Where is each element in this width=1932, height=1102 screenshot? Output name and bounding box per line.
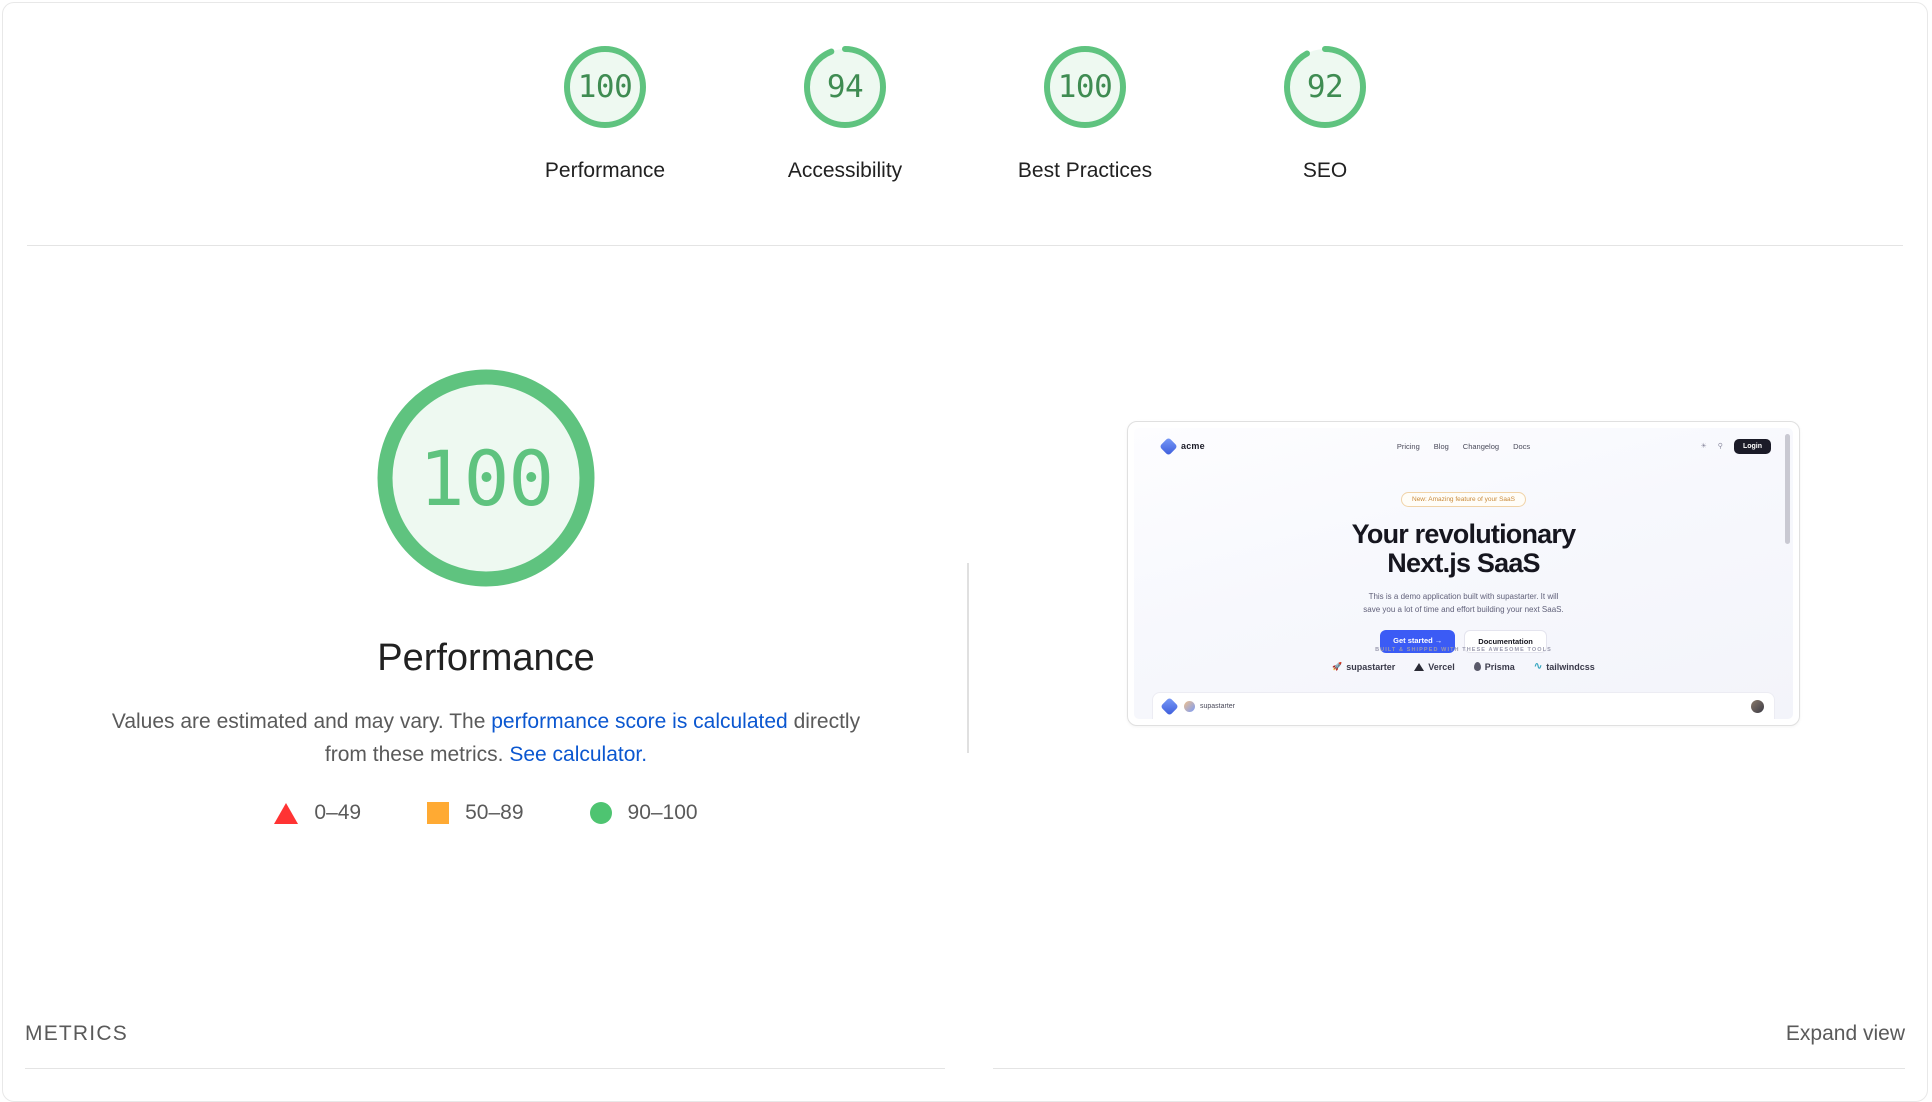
score-gauge-performance[interactable]: 100 Performance xyxy=(485,41,725,183)
gauge-label: Accessibility xyxy=(787,159,903,182)
description-prefix: Values are estimated and may vary. The xyxy=(111,710,492,733)
prisma-icon xyxy=(1473,662,1481,671)
dashboard-topbar: supastarter xyxy=(1153,693,1774,716)
score-gauge-best-practices[interactable]: 100 Best Practices xyxy=(965,41,1205,183)
performance-score-value: 100 xyxy=(418,433,554,523)
metrics-rule-right xyxy=(993,1068,1905,1069)
category-description: Values are estimated and may vary. The p… xyxy=(91,706,881,771)
legend-item-fail: 0–49 xyxy=(274,801,361,825)
lighthouse-report-card: 100 Performance 94 Accessibility 100 Bes… xyxy=(2,2,1928,1102)
score-gauge-seo[interactable]: 92 SEO xyxy=(1205,41,1445,183)
hero-title-line2: Next.js SaaS xyxy=(1387,547,1540,578)
gauge-score-value: 100 xyxy=(577,69,633,105)
gauge-ring: 94 xyxy=(799,41,891,133)
legend-item-average: 50–89 xyxy=(427,801,524,825)
org-switcher: supastarter xyxy=(1184,701,1235,712)
vercel-triangle-icon xyxy=(1414,662,1425,671)
tools-logo-row: 🚀 supastarter Vercel Prisma ∿ tailwindcs… xyxy=(1134,661,1793,672)
legend-range: 50–89 xyxy=(465,801,524,825)
tool-label: Prisma xyxy=(1484,661,1515,672)
gauge-score-value: 100 xyxy=(1057,69,1113,105)
login-button: Login xyxy=(1733,438,1771,454)
score-gauge-accessibility[interactable]: 94 Accessibility xyxy=(725,41,965,183)
metrics-label: METRICS xyxy=(25,1022,128,1045)
score-summary-strip: 100 Performance 94 Accessibility 100 Bes… xyxy=(3,3,1927,245)
tool-vercel: Vercel xyxy=(1414,662,1455,672)
tool-label: tailwindcss xyxy=(1546,661,1595,672)
legend-range: 0–49 xyxy=(314,801,362,825)
screenshot-scrollbar[interactable] xyxy=(1785,434,1790,544)
square-icon xyxy=(427,802,450,825)
tool-prisma: Prisma xyxy=(1473,661,1515,672)
nav-link-changelog: Changelog xyxy=(1462,441,1500,451)
sun-icon: ☀ xyxy=(1700,443,1707,450)
gauge-ring: 100 xyxy=(559,41,651,133)
hero-subtitle-line2: save you a lot of time and effort buildi… xyxy=(1363,604,1564,614)
gauge-score-value: 94 xyxy=(826,69,864,105)
org-name: supastarter xyxy=(1200,703,1236,710)
screenshot-column: acme Pricing Blog Changelog Docs ☀ ⚲ Log… xyxy=(969,246,1927,998)
metrics-rule-left xyxy=(25,1068,945,1069)
site-nav: acme Pricing Blog Changelog Docs ☀ ⚲ Log… xyxy=(1134,428,1793,464)
tailwind-wave-icon: ∿ xyxy=(1533,661,1543,672)
triangle-icon xyxy=(274,802,299,824)
legend-range: 90–100 xyxy=(627,801,698,825)
site-hero: New: Amazing feature of your SaaS Your r… xyxy=(1134,488,1793,654)
site-nav-actions: ☀ ⚲ Login xyxy=(1700,438,1771,454)
cube-logo-icon xyxy=(1159,436,1178,456)
category-title: Performance xyxy=(377,637,595,679)
hero-title-line1: Your revolutionary xyxy=(1351,519,1576,549)
tool-label: supastarter xyxy=(1346,661,1396,672)
tool-supastarter: 🚀 supastarter xyxy=(1332,662,1395,672)
performance-gauge: 100 xyxy=(367,359,605,597)
hero-badge: New: Amazing feature of your SaaS xyxy=(1401,492,1526,507)
tool-label: Vercel xyxy=(1428,661,1455,672)
site-tools-section: BUILT & SHIPPED WITH THESE AWESOME TOOLS… xyxy=(1134,647,1793,672)
gauge-label: Performance xyxy=(544,159,666,182)
circle-icon xyxy=(589,802,612,825)
gauge-ring: 100 xyxy=(1039,41,1131,133)
tools-label: BUILT & SHIPPED WITH THESE AWESOME TOOLS xyxy=(1375,647,1552,653)
nav-link-blog: Blog xyxy=(1433,441,1449,451)
legend-item-pass: 90–100 xyxy=(589,801,698,825)
expand-view-button[interactable]: Expand view xyxy=(1786,1022,1905,1046)
site-logo: acme xyxy=(1159,436,1205,456)
gauge-label: SEO xyxy=(1302,159,1348,182)
dashboard-preview-card: supastarter Dashboard AI Demo Settings W… xyxy=(1152,692,1775,719)
site-nav-links: Pricing Blog Changelog Docs xyxy=(1397,442,1530,451)
dashboard-tabs: Dashboard AI Demo Settings xyxy=(1153,713,1774,719)
gauge-score-value: 92 xyxy=(1306,69,1344,105)
hero-subtitle: This is a demo application built with su… xyxy=(1134,590,1793,616)
rocket-icon: 🚀 xyxy=(1332,662,1343,671)
gauge-ring: 92 xyxy=(1279,41,1371,133)
org-avatar xyxy=(1184,701,1195,712)
site-logo-text: acme xyxy=(1181,441,1205,451)
globe-icon: ⚲ xyxy=(1717,443,1723,450)
score-legend: 0–49 50–89 90–100 xyxy=(274,801,698,825)
tool-tailwindcss: ∿ tailwindcss xyxy=(1534,661,1595,672)
metrics-section-header: METRICS Expand view xyxy=(3,998,1927,1069)
category-summary-column: 100 Performance Values are estimated and… xyxy=(3,246,969,998)
hero-title: Your revolutionary Next.js SaaS xyxy=(1134,520,1793,578)
nav-link-docs: Docs xyxy=(1513,441,1531,451)
performance-score-link[interactable]: performance score is calculated xyxy=(491,710,787,733)
category-body: 100 Performance Values are estimated and… xyxy=(3,246,1927,998)
user-avatar xyxy=(1751,700,1764,713)
hero-subtitle-line1: This is a demo application built with su… xyxy=(1368,591,1559,601)
gauge-label: Best Practices xyxy=(1017,159,1153,182)
category-gauge-block: 100 Performance Values are estimated and… xyxy=(3,359,969,825)
see-calculator-link[interactable]: See calculator. xyxy=(509,743,647,766)
final-screenshot-image: acme Pricing Blog Changelog Docs ☀ ⚲ Log… xyxy=(1134,428,1793,719)
nav-link-pricing: Pricing xyxy=(1396,441,1420,451)
final-screenshot-frame[interactable]: acme Pricing Blog Changelog Docs ☀ ⚲ Log… xyxy=(1127,421,1800,726)
